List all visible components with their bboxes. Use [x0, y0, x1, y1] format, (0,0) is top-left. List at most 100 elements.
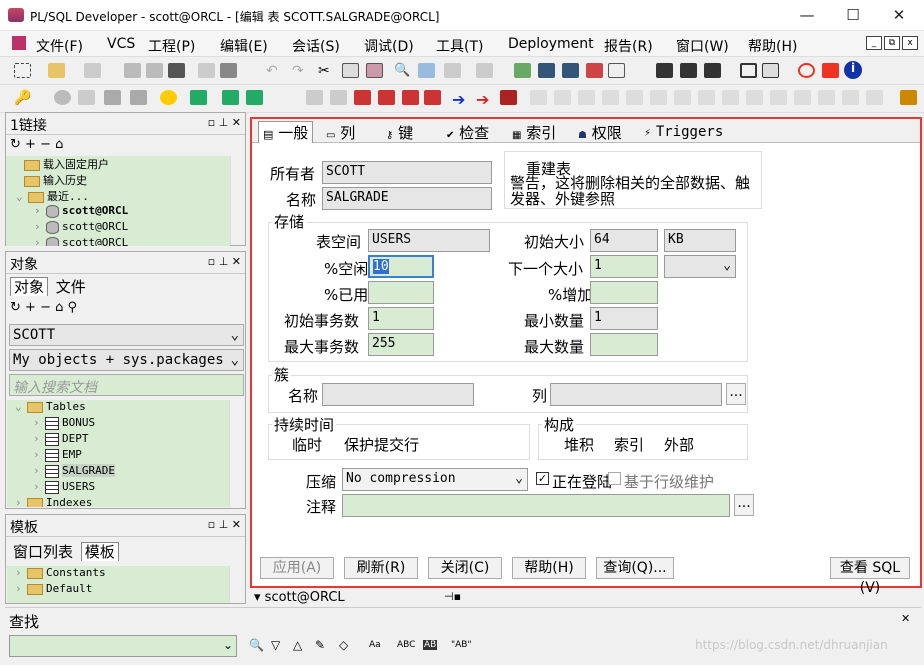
find-input[interactable]: ⌄ — [9, 635, 237, 657]
eraser-icon[interactable]: ◇ — [339, 638, 348, 652]
print-preview-icon[interactable] — [84, 63, 101, 78]
exit-icon[interactable] — [500, 90, 517, 105]
menu-vcs[interactable]: VCS — [107, 36, 135, 52]
key-icon[interactable]: 🔑 — [14, 90, 31, 106]
save-as-icon[interactable] — [146, 63, 163, 78]
tool-13-icon[interactable] — [818, 90, 835, 105]
next-field[interactable]: 1 — [590, 255, 658, 278]
rollback-icon[interactable] — [130, 90, 147, 105]
highlight-icon[interactable]: ✎ — [315, 638, 325, 652]
tab-files[interactable]: 文件 — [53, 278, 89, 296]
tool-2-icon[interactable] — [554, 90, 571, 105]
menu-project[interactable]: 工程(P) — [148, 36, 195, 56]
search-input[interactable]: 输入搜索文档 — [9, 374, 244, 396]
refresh-button[interactable]: 刷新(R) — [344, 557, 418, 579]
owner-field[interactable]: SCOTT — [322, 161, 492, 184]
tool-11-icon[interactable] — [770, 90, 787, 105]
tool-7-icon[interactable] — [674, 90, 691, 105]
maxtrans-field[interactable]: 255 — [368, 333, 434, 356]
save-icon[interactable] — [124, 63, 141, 78]
eraser-icon[interactable] — [306, 90, 323, 105]
tab-checks[interactable]: ✔ 检查 — [446, 122, 489, 143]
gear-icon[interactable] — [54, 90, 71, 105]
bookmark-icon[interactable] — [656, 63, 673, 78]
print-icon[interactable] — [198, 63, 215, 78]
tool-9-icon[interactable] — [722, 90, 739, 105]
replace-icon[interactable] — [418, 63, 435, 78]
cut-icon[interactable]: ✂ — [318, 63, 335, 79]
logging-checkbox[interactable]: ✓ — [536, 472, 549, 485]
close-button[interactable]: ✕ — [876, 0, 922, 31]
lowercase-icon[interactable] — [608, 63, 625, 78]
menu-deployment[interactable]: Deployment — [508, 36, 594, 52]
pctused-field[interactable] — [368, 281, 434, 304]
find-icon[interactable]: 🔍 — [394, 63, 411, 78]
cluster-browse-button[interactable]: ... — [726, 383, 746, 405]
initrans-field[interactable]: 1 — [368, 307, 434, 330]
info-icon[interactable]: i — [844, 61, 862, 79]
remove-icon[interactable]: − — [40, 300, 51, 315]
regex-button[interactable]: AB — [423, 640, 438, 650]
pdf-icon[interactable] — [822, 63, 839, 78]
preserve-option[interactable]: 保护提交行 — [344, 434, 419, 455]
step-icon[interactable] — [378, 90, 395, 105]
open-icon[interactable] — [48, 63, 65, 78]
tree-item[interactable]: › Default — [15, 582, 229, 598]
print-setup-icon[interactable] — [220, 63, 237, 78]
sql-icon[interactable] — [160, 90, 177, 105]
link-icon[interactable]: ⌂ — [55, 300, 63, 315]
tile-icon[interactable] — [762, 63, 779, 78]
query-button[interactable]: 查询(Q)... — [596, 557, 674, 579]
oracle-icon[interactable] — [798, 63, 815, 78]
tree-item[interactable]: › DEPT — [15, 432, 229, 448]
break-icon[interactable] — [354, 90, 371, 105]
stop-icon[interactable] — [246, 90, 263, 105]
undo-icon[interactable]: ↶ — [266, 63, 283, 79]
tool-10-icon[interactable] — [746, 90, 763, 105]
tool-3-icon[interactable] — [578, 90, 595, 105]
maximize-button[interactable]: ☐ — [830, 0, 876, 31]
tab-indexes[interactable]: ▦ 索引 — [512, 122, 556, 143]
tree-item[interactable]: › scott@ORCL — [16, 236, 230, 246]
menu-tools[interactable]: 工具(T) — [436, 36, 483, 56]
unindent-icon[interactable] — [476, 63, 493, 78]
tool-15-icon[interactable] — [866, 90, 883, 105]
bookmark-prev-icon[interactable] — [704, 63, 721, 78]
whole-word-button[interactable]: ABC — [397, 640, 415, 650]
run-icon[interactable] — [222, 90, 239, 105]
arrow-right-red-icon[interactable]: ➔ — [476, 90, 493, 109]
tab-keys[interactable]: ⚷ 键 — [386, 122, 413, 143]
refresh-icon[interactable]: ↻ — [10, 300, 21, 315]
paste-icon[interactable] — [366, 63, 383, 78]
tree-item[interactable]: 载入固定用户 — [16, 156, 230, 172]
add-icon[interactable]: + — [25, 137, 36, 152]
panel-controls[interactable]: ▫ ⊥ ✕ — [208, 518, 241, 531]
menu-session[interactable]: 会话(S) — [292, 36, 340, 56]
tool-4-icon[interactable] — [602, 90, 619, 105]
refresh-icon[interactable]: ↻ — [10, 137, 21, 152]
next-unit-select[interactable]: ⌄ — [664, 255, 736, 278]
step-out-icon[interactable] — [424, 90, 441, 105]
objects-scrollbar[interactable] — [229, 400, 244, 507]
menu-reports[interactable]: 报告(R) — [604, 36, 653, 56]
binoculars-icon[interactable]: 🔍 — [249, 638, 264, 652]
tree-item[interactable]: › Constants — [15, 566, 229, 582]
copy-icon[interactable] — [342, 63, 359, 78]
pctincrease-field[interactable] — [590, 281, 658, 304]
help-button[interactable]: 帮助(H) — [512, 557, 586, 579]
tree-item[interactable]: › Indexes — [15, 496, 229, 507]
tab-window-list[interactable]: 窗口列表 — [10, 543, 76, 561]
tree-item[interactable]: › EMP — [15, 448, 229, 464]
tool-5-icon[interactable] — [626, 90, 643, 105]
minimize-button[interactable]: — — [784, 0, 830, 31]
templates-scrollbar[interactable] — [229, 566, 244, 603]
arrow-right-blue-icon[interactable]: ➔ — [452, 90, 469, 109]
compression-select[interactable]: No compression ⌄ — [342, 468, 528, 491]
tool-6-icon[interactable] — [650, 90, 667, 105]
minextents-field[interactable]: 1 — [590, 307, 658, 330]
initial-unit[interactable]: KB — [664, 229, 736, 252]
uncomment-icon[interactable] — [562, 63, 579, 78]
window-list-icon[interactable] — [740, 63, 757, 78]
wand-icon[interactable] — [78, 90, 95, 105]
name-field[interactable]: SALGRADE — [322, 187, 492, 210]
